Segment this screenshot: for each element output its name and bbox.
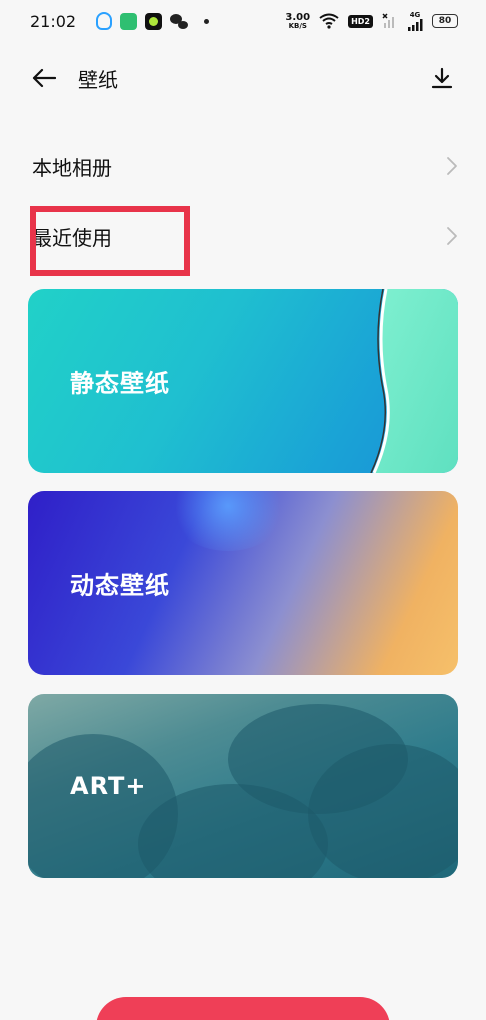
local-album-label: 本地相册 <box>32 155 112 180</box>
card-glow <box>168 491 288 551</box>
art-plus-label: ART+ <box>70 772 147 800</box>
static-wallpaper-label: 静态壁纸 <box>70 369 170 398</box>
download-button[interactable] <box>428 64 456 92</box>
wechat-notification-icon <box>170 13 189 29</box>
download-icon <box>431 67 453 89</box>
signal-4g: 4G <box>407 10 423 31</box>
bottom-action-button[interactable] <box>96 997 390 1020</box>
network-speed: 3.00 KB/S <box>285 11 311 30</box>
signal-no-service-icon <box>382 13 394 28</box>
dynamic-wallpaper-card[interactable]: 动态壁纸 <box>28 491 458 675</box>
page-title: 壁纸 <box>78 67 118 92</box>
status-left: 21:02 <box>30 11 210 31</box>
status-right: 3.00 KB/S HD2 4G 80 <box>285 10 458 31</box>
list-item-local-album[interactable]: 本地相册 <box>32 138 462 194</box>
app-header: 壁纸 <box>0 52 486 104</box>
more-notifications-dot-icon <box>204 18 210 24</box>
status-time: 21:02 <box>30 11 77 31</box>
chevron-right-icon <box>447 227 457 245</box>
app-notification-icon-2 <box>145 12 163 30</box>
art-plus-card[interactable]: ART+ <box>28 694 458 878</box>
network-speed-unit: KB/S <box>288 21 307 30</box>
app-notification-icon <box>120 12 138 30</box>
static-wallpaper-card[interactable]: 静态壁纸 <box>28 289 458 473</box>
back-button[interactable] <box>30 64 58 92</box>
signal-4g-label: 4G <box>409 10 421 19</box>
list-item-recently-used[interactable]: 最近使用 <box>32 208 462 264</box>
wifi-icon <box>319 13 339 29</box>
back-arrow-icon <box>32 68 56 88</box>
qq-notification-icon <box>96 12 113 30</box>
network-speed-value: 3.00 <box>285 11 311 23</box>
card-decoration <box>370 289 458 473</box>
signal-bars-icon <box>408 18 423 31</box>
hd-badge: HD2 <box>348 14 373 28</box>
chevron-right-icon <box>447 157 457 175</box>
recently-used-label: 最近使用 <box>32 225 112 250</box>
battery-indicator: 80 <box>432 14 458 28</box>
dynamic-wallpaper-label: 动态壁纸 <box>70 571 170 600</box>
status-bar: 21:02 3.00 KB/S HD2 4G 80 <box>0 0 486 42</box>
